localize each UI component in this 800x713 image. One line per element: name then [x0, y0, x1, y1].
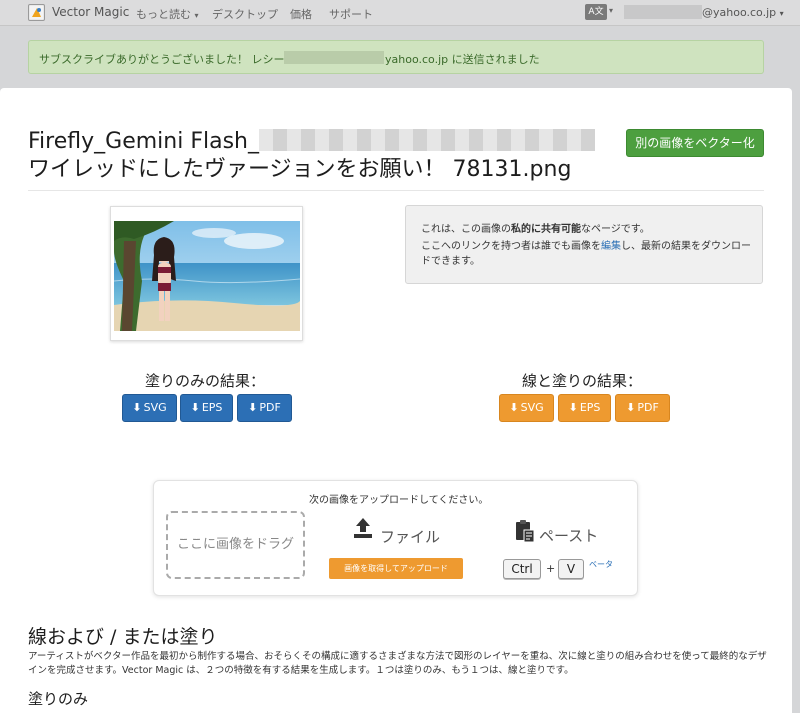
- nav-pricing[interactable]: 価格: [290, 6, 312, 22]
- nav-desktop[interactable]: デスクトップ: [212, 6, 278, 22]
- private-share-info-box: これは、この画像の私的に共有可能なページです。 ここへのリンクを持つ者は誰でも画…: [405, 205, 763, 284]
- file-upload-label[interactable]: ファイル: [380, 526, 440, 547]
- nav-more-menu[interactable]: もっと読む ▾: [136, 6, 199, 22]
- section-heading: 線および / または塗り: [28, 626, 218, 648]
- download-icon: ⬇: [190, 401, 200, 414]
- title-redacted: [258, 129, 595, 151]
- v-key: V: [558, 559, 584, 579]
- edit-link[interactable]: 編集: [601, 241, 621, 252]
- download-icon: ⬇: [509, 401, 519, 414]
- language-icon[interactable]: A文: [585, 4, 607, 20]
- fill-only-eps-download-button[interactable]: ⬇ EPS: [180, 394, 233, 422]
- fill-only-subheading: 塗りのみ: [28, 690, 89, 708]
- image-thumbnail[interactable]: [110, 206, 303, 341]
- stroke-fill-svg-download-button[interactable]: ⬇ SVG: [499, 394, 554, 422]
- upload-prompt: 次の画像をアップロードしてください。: [309, 495, 489, 506]
- plus-sign: +: [546, 562, 556, 575]
- account-email-redacted: [624, 5, 702, 19]
- fill-only-svg-download-button[interactable]: ⬇ SVG: [122, 394, 177, 422]
- section-description: アーティストがベクター作品を最初から制作する場合、おそらくその構成に適するさまざ…: [28, 651, 767, 676]
- thumbnail-image: [114, 221, 300, 331]
- drag-drop-zone[interactable]: ここに画像をドラグ: [166, 511, 305, 579]
- paste-label[interactable]: ペースト: [539, 525, 598, 546]
- alert-text-end: yahoo.co.jp に送信されました: [385, 53, 540, 66]
- alert-email-redacted: [284, 51, 384, 64]
- divider: [28, 190, 764, 191]
- clipboard-paste-icon: [516, 520, 535, 543]
- fill-only-pdf-download-button[interactable]: ⬇ PDF: [237, 394, 292, 422]
- nav-support[interactable]: サポート: [329, 6, 373, 22]
- upload-card: 次の画像をアップロードしてください。 ここに画像をドラグ ファイル 画像を取得し…: [153, 480, 638, 596]
- download-icon: ⬇: [626, 401, 636, 414]
- download-icon: ⬇: [248, 401, 258, 414]
- subscription-success-alert: サブスクライブありがとうございました！ レシートは、 yahoo.co.jp に…: [28, 40, 764, 74]
- stroke-fill-eps-download-button[interactable]: ⬇ EPS: [558, 394, 611, 422]
- account-menu[interactable]: @yahoo.co.jp ▾: [702, 6, 784, 19]
- stroke-fill-pdf-download-button[interactable]: ⬇ PDF: [615, 394, 670, 422]
- language-caret-icon[interactable]: ▾: [609, 6, 613, 15]
- vector-magic-logo-icon[interactable]: [28, 4, 45, 21]
- share-info-line1: これは、この画像の私的に共有可能なページです。: [421, 224, 650, 235]
- grab-and-upload-button[interactable]: 画像を取得してアップロード: [329, 558, 463, 579]
- alert-text-start: サブスクライブありがとうございました！ レシートは、: [39, 53, 318, 66]
- beta-badge: ベータ: [589, 560, 613, 569]
- fill-only-results-heading: 塗りのみの結果：: [145, 372, 266, 390]
- share-info-line2: ここへのリンクを持つ者は誰でも画像を編集し、最新の結果をダウンロードできます。: [421, 241, 751, 267]
- image-title: Firefly_Gemini Flash_ワイレッドにしたヴァージョンをお願い！…: [28, 128, 608, 184]
- ctrl-key: Ctrl: [503, 559, 541, 579]
- vectorize-another-button[interactable]: 別の画像をベクター化: [626, 129, 764, 157]
- upload-icon: [354, 518, 372, 538]
- download-icon: ⬇: [132, 401, 142, 414]
- top-navbar: Vector Magic もっと読む ▾ デスクトップ 価格 サポート A文 ▾…: [0, 0, 800, 26]
- download-icon: ⬇: [568, 401, 578, 414]
- brand-name[interactable]: Vector Magic: [52, 5, 129, 19]
- stroke-fill-results-heading: 線と塗りの結果：: [522, 372, 643, 390]
